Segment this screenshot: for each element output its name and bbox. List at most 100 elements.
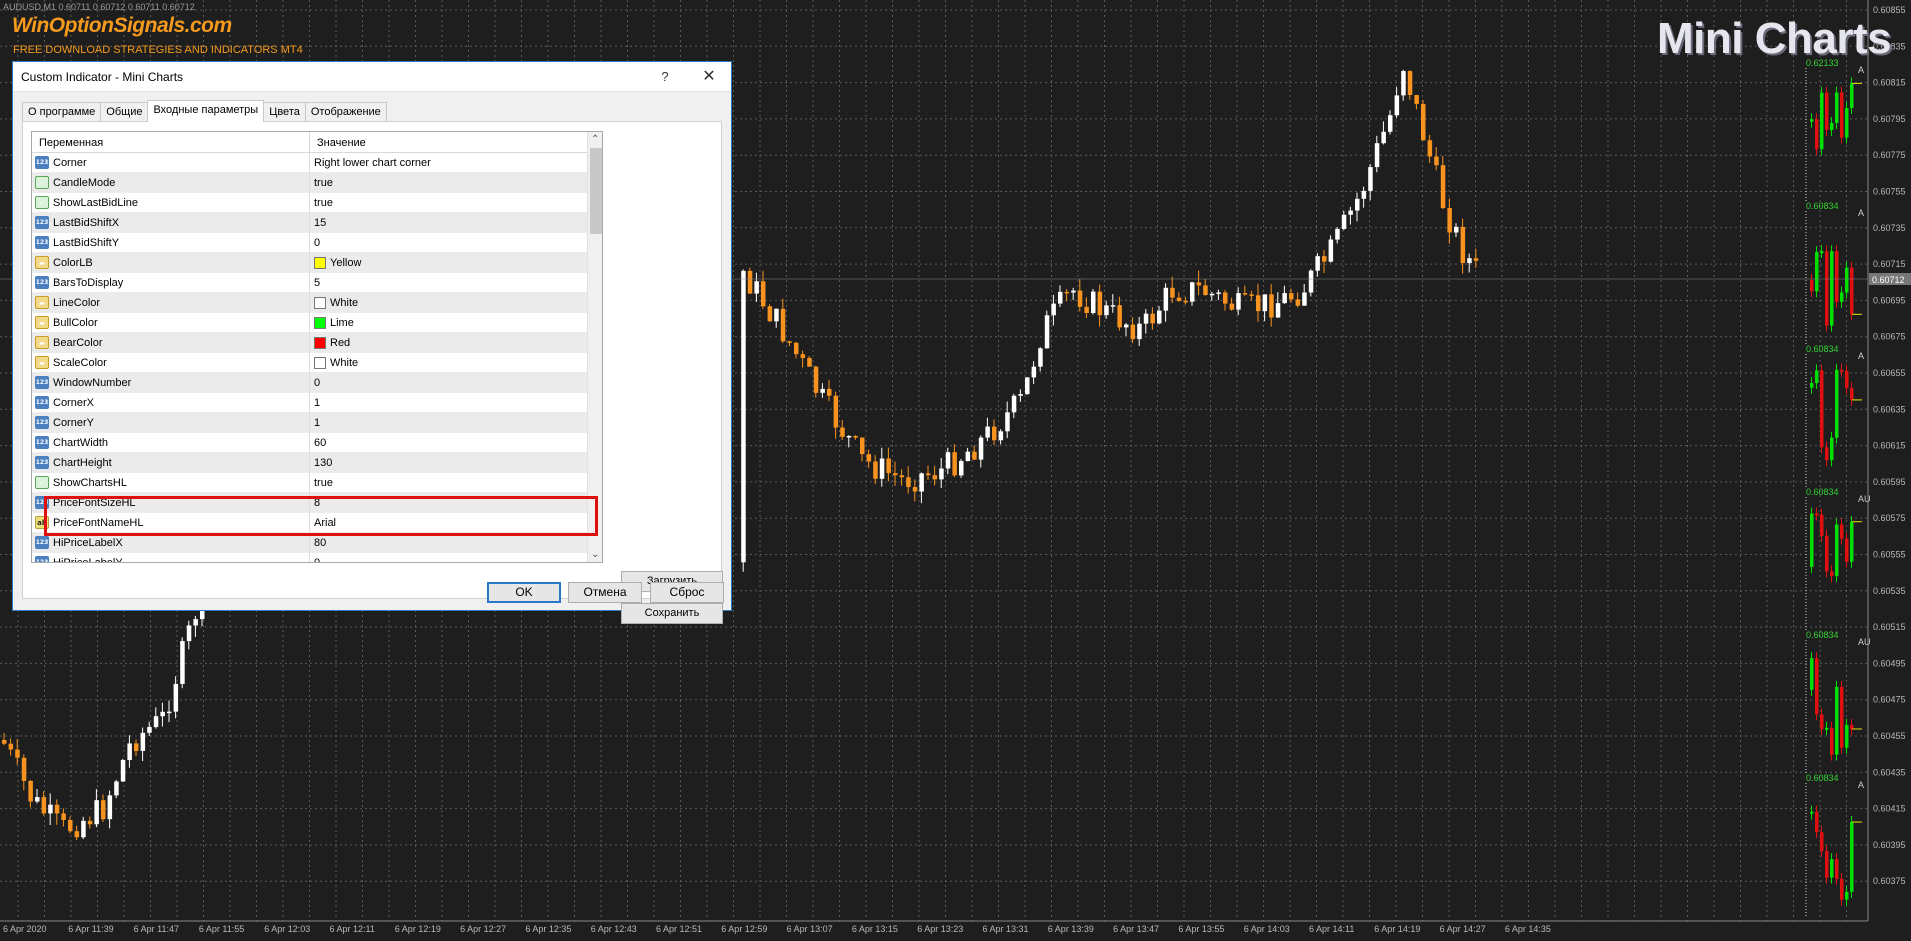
param-value-cell[interactable]: Right lower chart corner [310,153,602,172]
mini-candle-body [1835,524,1839,577]
column-header-value[interactable]: Значение [310,132,366,152]
param-row[interactable]: 123 WindowNumber 0 [32,373,602,393]
tab-visualization[interactable]: Отображение [304,102,387,122]
candle-body [965,451,971,462]
mini-candle-body [1810,383,1814,388]
save-button[interactable]: Сохранить [621,603,723,624]
mini-candle-body [1840,369,1844,372]
color-type-icon: ▬ [35,356,49,369]
param-row[interactable]: 123 LastBidShiftY 0 [32,233,602,253]
mini-candle-body [1820,832,1824,852]
param-value-cell[interactable]: 15 [310,213,602,232]
param-value-cell[interactable]: Lime [310,313,602,332]
param-name: PriceFontSizeHL [53,496,136,509]
param-row[interactable]: ▬ LineColor White [32,293,602,313]
param-row[interactable]: 123 HiPriceLabelX 80 [32,533,602,553]
param-value-cell[interactable]: Yellow [310,253,602,272]
param-value-cell[interactable]: true [310,173,602,192]
param-row[interactable]: ▬ BearColor Red [32,333,602,353]
param-value-cell[interactable]: 1 [310,393,602,412]
param-value-cell[interactable]: Arial [310,513,602,532]
param-row[interactable]: 123 CornerY 1 [32,413,602,433]
param-row[interactable]: ✓ ShowChartsHL true [32,473,602,493]
tab-colors[interactable]: Цвета [263,102,306,122]
param-value-cell[interactable]: 80 [310,533,602,552]
tab-common[interactable]: Общие [100,102,149,122]
param-name: LineColor [53,296,101,309]
param-value-cell[interactable]: true [310,473,602,492]
param-name-cell: 123 ChartWidth [32,433,310,452]
param-value-cell[interactable]: 0 [310,373,602,392]
help-button[interactable]: ? [655,67,675,87]
scroll-thumb[interactable] [590,148,602,234]
candle-body [1421,103,1426,141]
mini-chart-pair-label: AU [1858,494,1871,504]
mini-candle-body [1850,83,1854,109]
candle-body [846,435,852,438]
param-row[interactable]: ▬ ColorLB Yellow [32,253,602,273]
candle-body [926,473,931,476]
param-value-cell[interactable]: 0 [310,233,602,252]
scroll-down-arrow-icon[interactable]: ⌄ [591,549,599,560]
cancel-button[interactable]: Отмена [568,582,642,603]
column-header-variable[interactable]: Переменная [32,132,310,152]
param-name-cell: ▬ BearColor [32,333,310,352]
param-row[interactable]: ab PriceFontNameHL Arial [32,513,602,533]
param-value-cell[interactable]: White [310,353,602,372]
mini-candle-body [1835,686,1839,755]
param-name: ChartHeight [53,456,112,469]
candle-body [2,740,7,744]
param-value-cell[interactable]: 8 [310,493,602,512]
tab-about[interactable]: О программе [22,102,102,122]
scroll-up-arrow-icon[interactable]: ⌃ [591,134,599,145]
param-value-cell[interactable]: 5 [310,273,602,292]
param-value-cell[interactable]: 130 [310,453,602,472]
mini-candle-body [1840,686,1844,748]
param-row[interactable]: 123 BarsToDisplay 5 [32,273,602,293]
brand-tagline: FREE DOWNLOAD STRATEGIES AND INDICATORS … [13,44,303,56]
param-row[interactable]: 123 Corner Right lower chart corner [32,153,602,173]
candle-body [1368,167,1373,191]
param-row[interactable]: 123 ChartHeight 130 [32,453,602,473]
dialog-tabs: О программе Общие Входные параметры Цвет… [22,100,387,122]
candle-body [985,426,990,438]
vertical-scrollbar[interactable]: ⌃ ⌄ [587,132,602,562]
dialog-titlebar[interactable]: Custom Indicator - Mini Charts ? ✕ [13,62,731,92]
mini-candle-body [1845,370,1849,389]
candle-body [186,625,192,642]
candle-body [1163,287,1169,311]
param-row[interactable]: 123 PriceFontSizeHL 8 [32,493,602,513]
param-row[interactable]: 123 LastBidShiftX 15 [32,213,602,233]
candle-body [1262,294,1268,312]
param-value-cell[interactable]: true [310,193,602,212]
tab-inputs[interactable]: Входные параметры [147,100,265,122]
param-value: true [314,196,333,209]
candle-body [127,743,132,760]
param-value-cell[interactable]: White [310,293,602,312]
price-tick-label: 0.60475 [1873,695,1906,705]
candle-body [173,683,179,712]
candle-body [840,427,845,437]
reset-button[interactable]: Сброс [650,582,724,603]
param-value-cell[interactable]: 0 [310,553,602,563]
close-button[interactable]: ✕ [697,65,721,89]
candle-body [1341,214,1347,229]
param-row[interactable]: 123 HiPriceLabelY 0 [32,553,602,563]
param-row[interactable]: ✓ CandleMode true [32,173,602,193]
param-row[interactable]: 123 CornerX 1 [32,393,602,413]
param-name-cell: 123 HiPriceLabelY [32,553,310,562]
param-value-cell[interactable]: 60 [310,433,602,452]
param-row[interactable]: 123 ChartWidth 60 [32,433,602,453]
candle-body [774,308,779,322]
param-row[interactable]: ▬ BullColor Lime [32,313,602,333]
param-value-cell[interactable]: Red [310,333,602,352]
mini-chart-high-label: 0.60834 [1806,773,1839,783]
num-type-icon: 123 [35,376,49,389]
candle-body [1071,290,1076,293]
ok-button[interactable]: OK [487,582,561,603]
param-value-cell[interactable]: 1 [310,413,602,432]
param-row[interactable]: ✓ ShowLastBidLine true [32,193,602,213]
param-row[interactable]: ▬ ScaleColor White [32,353,602,373]
mini-candle-body [1830,859,1834,878]
mini-candle-body [1850,724,1854,729]
